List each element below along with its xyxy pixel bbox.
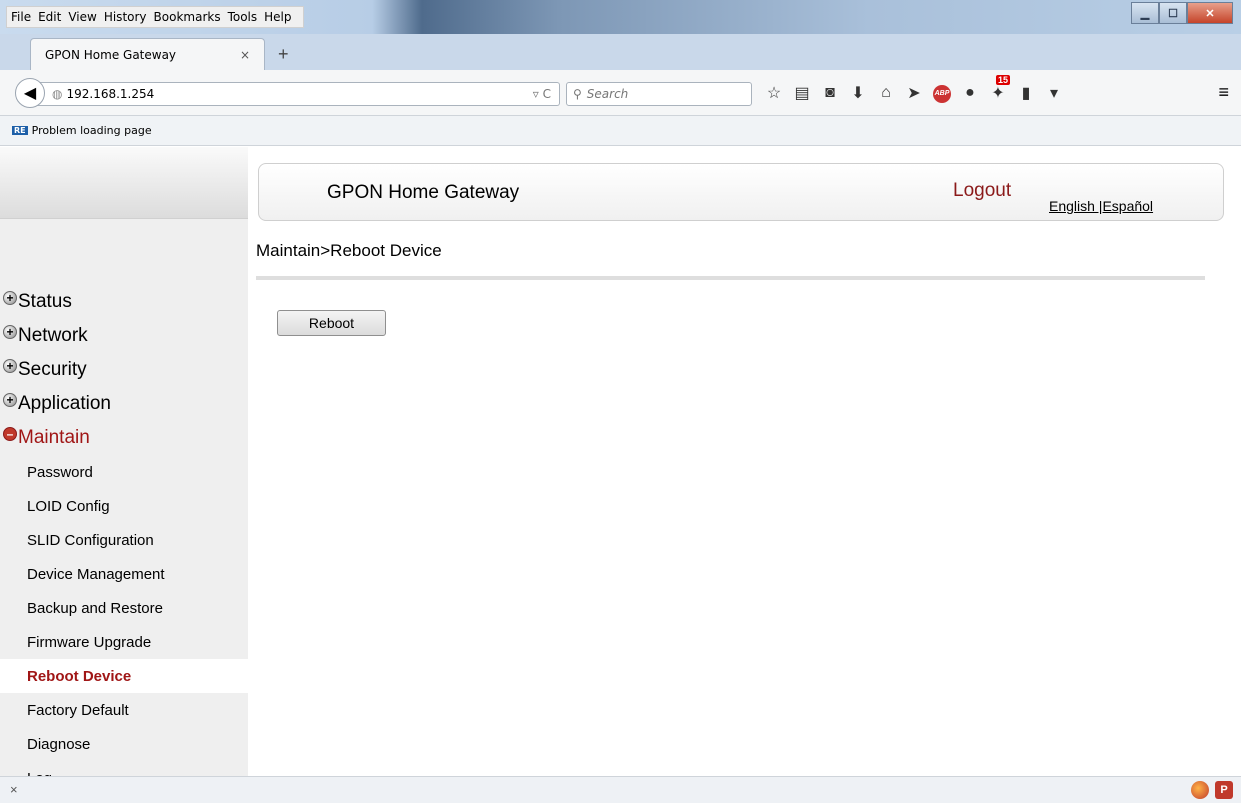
tab-strip: GPON Home Gateway × + — [0, 34, 1241, 70]
search-input[interactable]: ⚲ Search — [566, 82, 752, 106]
new-tab-button[interactable]: + — [278, 44, 289, 65]
language-links[interactable]: English |Español — [1049, 198, 1153, 214]
sidebar-subitem-firmware-upgrade[interactable]: Firmware Upgrade — [0, 625, 248, 659]
menu-view[interactable]: View — [68, 10, 96, 24]
menu-help[interactable]: Help — [264, 10, 291, 24]
clipboard-icon[interactable]: ▮ — [1012, 83, 1040, 103]
sidebar-item-security[interactable]: + Security — [0, 353, 248, 387]
bookmark-star-icon[interactable]: ☆ — [760, 83, 788, 103]
bookmarks-bar: RE Problem loading page — [0, 116, 1241, 146]
sidebar: + Status + Network + Security + Application … — [0, 147, 248, 776]
sidebar-subitem-factory-default[interactable]: Factory Default — [0, 693, 248, 727]
toolbar-icons: ☆ ▤ ◙ ⬇ ⌂ ➤ ABP ● ✦ 15 ▮ ▾ — [760, 74, 1068, 103]
sidebar-logo-area — [0, 147, 248, 219]
breadcrumb: Maintain>Reboot Device — [256, 241, 442, 260]
bookmark-problem-loading[interactable]: Problem loading page — [32, 124, 152, 137]
minimize-button[interactable]: ▁ — [1131, 2, 1159, 24]
close-tab-icon[interactable]: × — [240, 48, 250, 62]
back-button[interactable]: ◀ — [15, 78, 45, 108]
sidebar-subitem-loid-config[interactable]: LOID Config — [0, 489, 248, 523]
send-icon[interactable]: ➤ — [900, 83, 928, 103]
badge-count: 15 — [996, 74, 1011, 85]
pocket-icon[interactable]: ◙ — [816, 84, 844, 102]
url-bar[interactable]: ◍ 192.168.1.254 ▿ C — [30, 82, 560, 106]
close-window-button[interactable]: ✕ — [1187, 2, 1233, 24]
search-icon: ⚲ — [573, 87, 582, 101]
menu-history[interactable]: History — [104, 10, 147, 24]
expand-plus-icon: + — [3, 359, 17, 373]
sidebar-subitem-device-management[interactable]: Device Management — [0, 557, 248, 591]
reboot-button[interactable]: Reboot — [277, 310, 386, 336]
firefox-addon-icon[interactable] — [1191, 781, 1209, 799]
window-controls: ▁ ☐ ✕ — [1131, 2, 1233, 24]
sidebar-item-network[interactable]: + Network — [0, 319, 248, 353]
tab-title: GPON Home Gateway — [45, 47, 177, 62]
menu-tools[interactable]: Tools — [228, 10, 258, 24]
sidebar-subitem-slid-config[interactable]: SLID Configuration — [0, 523, 248, 557]
menu-bar: File Edit View History Bookmarks Tools H… — [6, 6, 304, 28]
sidebar-subitem-diagnose[interactable]: Diagnose — [0, 727, 248, 761]
close-statusbar-icon[interactable]: × — [10, 782, 18, 797]
sidebar-item-maintain[interactable]: – Maintain — [0, 421, 248, 455]
menu-bookmarks[interactable]: Bookmarks — [154, 10, 221, 24]
adblock-icon[interactable]: ABP — [928, 82, 956, 103]
status-bar: × P — [0, 776, 1241, 803]
divider — [256, 276, 1205, 280]
tab-gpon[interactable]: GPON Home Gateway × — [30, 38, 265, 70]
rf-icon: RE — [12, 126, 28, 135]
sidebar-item-application[interactable]: + Application — [0, 387, 248, 421]
collapse-minus-icon: – — [3, 427, 17, 441]
header-panel: GPON Home Gateway Logout English |Españo… — [258, 163, 1224, 221]
page-content: + Status + Network + Security + Application … — [0, 147, 1241, 776]
chat-icon[interactable]: ● — [956, 84, 984, 102]
home-icon[interactable]: ⌂ — [872, 84, 900, 102]
maximize-button[interactable]: ☐ — [1159, 2, 1187, 24]
hamburger-menu-icon[interactable]: ≡ — [1218, 82, 1229, 103]
search-placeholder: Search — [586, 87, 629, 101]
expand-plus-icon: + — [3, 291, 17, 305]
chevron-down-icon[interactable]: ▾ — [1040, 83, 1068, 103]
arrow-left-icon: ◀ — [23, 85, 37, 102]
sidebar-subitem-backup-restore[interactable]: Backup and Restore — [0, 591, 248, 625]
sidebar-item-status[interactable]: + Status — [0, 285, 248, 319]
expand-plus-icon: + — [3, 393, 17, 407]
globe-icon: ◍ — [52, 87, 63, 101]
sidebar-menu: + Status + Network + Security + Application … — [0, 285, 248, 776]
url-text: 192.168.1.254 — [66, 87, 155, 101]
logout-link[interactable]: Logout — [953, 180, 1011, 202]
sidebar-subitem-password[interactable]: Password — [0, 455, 248, 489]
app-title: GPON Home Gateway — [327, 182, 520, 203]
download-icon[interactable]: ⬇ — [844, 83, 872, 103]
window-titlebar: File Edit View History Bookmarks Tools H… — [0, 0, 1241, 34]
reload-icon[interactable]: ▿ C — [533, 87, 551, 101]
expand-plus-icon: + — [3, 325, 17, 339]
sidebar-subitem-reboot-device[interactable]: Reboot Device — [0, 659, 248, 693]
sidebar-subitem-log[interactable]: Log — [0, 761, 248, 777]
nav-toolbar: ◍ 192.168.1.254 ▿ C ◀ ⚲ Search ☆ ▤ ◙ ⬇ ⌂… — [0, 70, 1241, 116]
menu-file[interactable]: File — [11, 10, 31, 24]
menu-edit[interactable]: Edit — [38, 10, 61, 24]
addon-badge-icon[interactable]: ✦ 15 — [984, 74, 1012, 103]
pdf-addon-icon[interactable]: P — [1215, 781, 1233, 799]
reading-list-icon[interactable]: ▤ — [788, 83, 816, 103]
